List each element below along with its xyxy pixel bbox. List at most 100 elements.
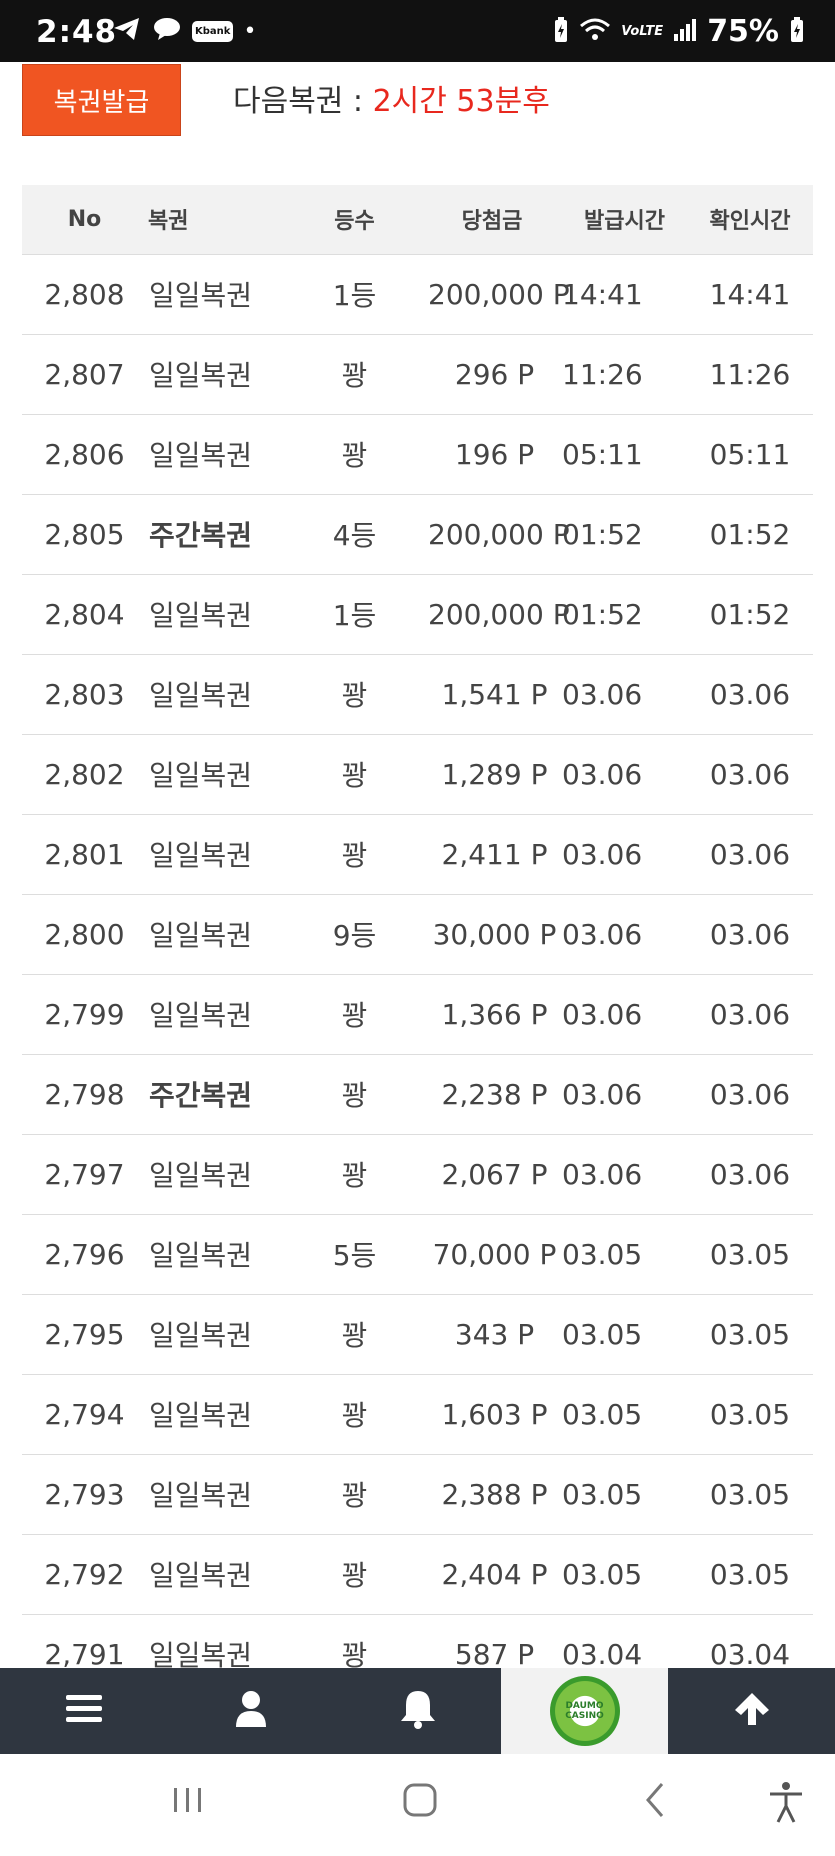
home-button[interactable] — [400, 1780, 440, 1824]
cell-prize: 343 P — [422, 1294, 562, 1375]
cell-ticket-name: 일일복권 — [147, 654, 287, 735]
status-system-icons: VoLTE 75% — [553, 14, 805, 49]
cell-prize: 2,404 P — [422, 1534, 562, 1615]
cell-no: 2,806 — [22, 414, 147, 495]
cell-checked-time: 03.06 — [687, 974, 813, 1055]
back-icon — [636, 1783, 676, 1824]
table-row: 2,806 일일복권 꽝 196 P 05:11 05:11 — [22, 414, 813, 495]
cell-no: 2,797 — [22, 1134, 147, 1215]
cell-prize: 200,000 P — [422, 574, 570, 655]
signal-icon — [673, 18, 697, 46]
home-icon — [400, 1783, 440, 1824]
cell-prize: 70,000 P — [422, 1214, 562, 1295]
cell-rank: 꽝 — [287, 974, 422, 1055]
cell-no: 2,805 — [22, 494, 147, 575]
table-row: 2,808 일일복권 1등 200,000 P 14:41 14:41 — [22, 254, 813, 335]
cell-ticket-name: 일일복권 — [147, 1214, 287, 1295]
menu-icon — [65, 1693, 103, 1729]
table-row: 2,795 일일복권 꽝 343 P 03.05 03.05 — [22, 1294, 813, 1375]
scroll-top-button[interactable] — [668, 1668, 835, 1754]
cell-checked-time: 03.06 — [687, 654, 813, 735]
casino-button[interactable]: DAUMO CASINO — [501, 1668, 668, 1754]
cell-prize: 30,000 P — [422, 894, 562, 975]
status-time: 2:48 — [36, 14, 118, 50]
cell-issued-time: 03.06 — [562, 814, 687, 895]
cell-issued-time: 03.06 — [562, 1134, 687, 1215]
notifications-button[interactable] — [334, 1668, 501, 1754]
casino-logo-line2: CASINO — [565, 1711, 604, 1721]
cell-issued-time: 11:26 — [562, 334, 687, 415]
cell-no: 2,796 — [22, 1214, 147, 1295]
cell-no: 2,799 — [22, 974, 147, 1055]
cell-checked-time: 03.05 — [687, 1534, 813, 1615]
status-notification-icons: Kbank • — [112, 16, 256, 46]
cell-checked-time: 05:11 — [687, 414, 813, 495]
cell-ticket-name: 주간복권 — [147, 1054, 287, 1135]
lte-icon: VoLTE — [621, 24, 664, 39]
column-header-no: No — [22, 185, 147, 255]
kbank-icon: Kbank — [192, 20, 234, 42]
column-header-prize: 당첨금 — [422, 185, 562, 255]
cell-issued-time: 03.05 — [562, 1374, 687, 1455]
cell-checked-time: 01:52 — [687, 574, 813, 655]
table-header-row: No 복권 등수 당첨금 발급시간 확인시간 — [22, 185, 813, 255]
cell-ticket-name: 일일복권 — [147, 414, 287, 495]
cell-no: 2,803 — [22, 654, 147, 735]
cell-issued-time: 03.06 — [562, 654, 687, 735]
casino-logo-line1: DAUMO — [565, 1701, 604, 1711]
cell-checked-time: 03.05 — [687, 1214, 813, 1295]
accessibility-button[interactable] — [766, 1780, 806, 1828]
wifi-icon — [579, 17, 611, 47]
table-row: 2,794 일일복권 꽝 1,603 P 03.05 03.05 — [22, 1374, 813, 1455]
cell-prize: 200,000 P — [422, 254, 570, 335]
table-row: 2,796 일일복권 5등 70,000 P 03.05 03.05 — [22, 1214, 813, 1295]
cell-prize: 200,000 P — [422, 494, 570, 575]
arrow-up-icon — [733, 1691, 771, 1731]
cell-checked-time: 03.06 — [687, 734, 813, 815]
back-button[interactable] — [636, 1780, 676, 1824]
cell-prize: 196 P — [422, 414, 562, 495]
cell-rank: 꽝 — [287, 334, 422, 415]
table-row: 2,802 일일복권 꽝 1,289 P 03.06 03.06 — [22, 734, 813, 815]
cell-rank: 꽝 — [287, 1294, 422, 1375]
cell-no: 2,808 — [22, 254, 147, 335]
cell-ticket-name: 일일복권 — [147, 1134, 287, 1215]
cell-ticket-name: 일일복권 — [147, 974, 287, 1055]
cell-rank: 꽝 — [287, 734, 422, 815]
cell-prize: 1,366 P — [422, 974, 562, 1055]
table-row: 2,803 일일복권 꽝 1,541 P 03.06 03.06 — [22, 654, 813, 735]
issue-lottery-button[interactable]: 복권발급 — [22, 64, 181, 136]
next-ticket-info: 다음복권 : 2시간 53분후 — [233, 76, 550, 120]
cell-rank: 9등 — [287, 894, 422, 975]
cell-checked-time: 03.05 — [687, 1454, 813, 1535]
cell-prize: 2,411 P — [422, 814, 562, 895]
recent-apps-button[interactable] — [168, 1780, 208, 1824]
cell-prize: 2,238 P — [422, 1054, 562, 1135]
cell-issued-time: 01:52 — [562, 574, 687, 655]
menu-button[interactable] — [0, 1668, 167, 1754]
table-row: 2,793 일일복권 꽝 2,388 P 03.05 03.05 — [22, 1454, 813, 1535]
cell-rank: 꽝 — [287, 1454, 422, 1535]
cell-checked-time: 14:41 — [687, 254, 813, 335]
cell-no: 2,795 — [22, 1294, 147, 1375]
bell-icon — [399, 1688, 437, 1734]
table-row: 2,799 일일복권 꽝 1,366 P 03.06 03.06 — [22, 974, 813, 1055]
cell-checked-time: 03.05 — [687, 1374, 813, 1455]
table-row: 2,797 일일복권 꽝 2,067 P 03.06 03.06 — [22, 1134, 813, 1215]
cell-issued-time: 03.05 — [562, 1534, 687, 1615]
table-row: 2,805 주간복권 4등 200,000 P 01:52 01:52 — [22, 494, 813, 575]
cell-ticket-name: 일일복권 — [147, 894, 287, 975]
cell-rank: 1등 — [287, 254, 422, 335]
telegram-icon — [112, 16, 142, 46]
cell-no: 2,800 — [22, 894, 147, 975]
accessibility-icon — [766, 1782, 806, 1828]
cell-issued-time: 03.06 — [562, 894, 687, 975]
cell-checked-time: 03.06 — [687, 1134, 813, 1215]
cell-issued-time: 03.05 — [562, 1454, 687, 1535]
cell-issued-time: 03.06 — [562, 1054, 687, 1135]
user-button[interactable] — [167, 1668, 334, 1754]
cell-issued-time: 03.05 — [562, 1294, 687, 1375]
cell-issued-time: 03.05 — [562, 1214, 687, 1295]
cell-ticket-name: 일일복권 — [147, 734, 287, 815]
cell-rank: 꽝 — [287, 414, 422, 495]
